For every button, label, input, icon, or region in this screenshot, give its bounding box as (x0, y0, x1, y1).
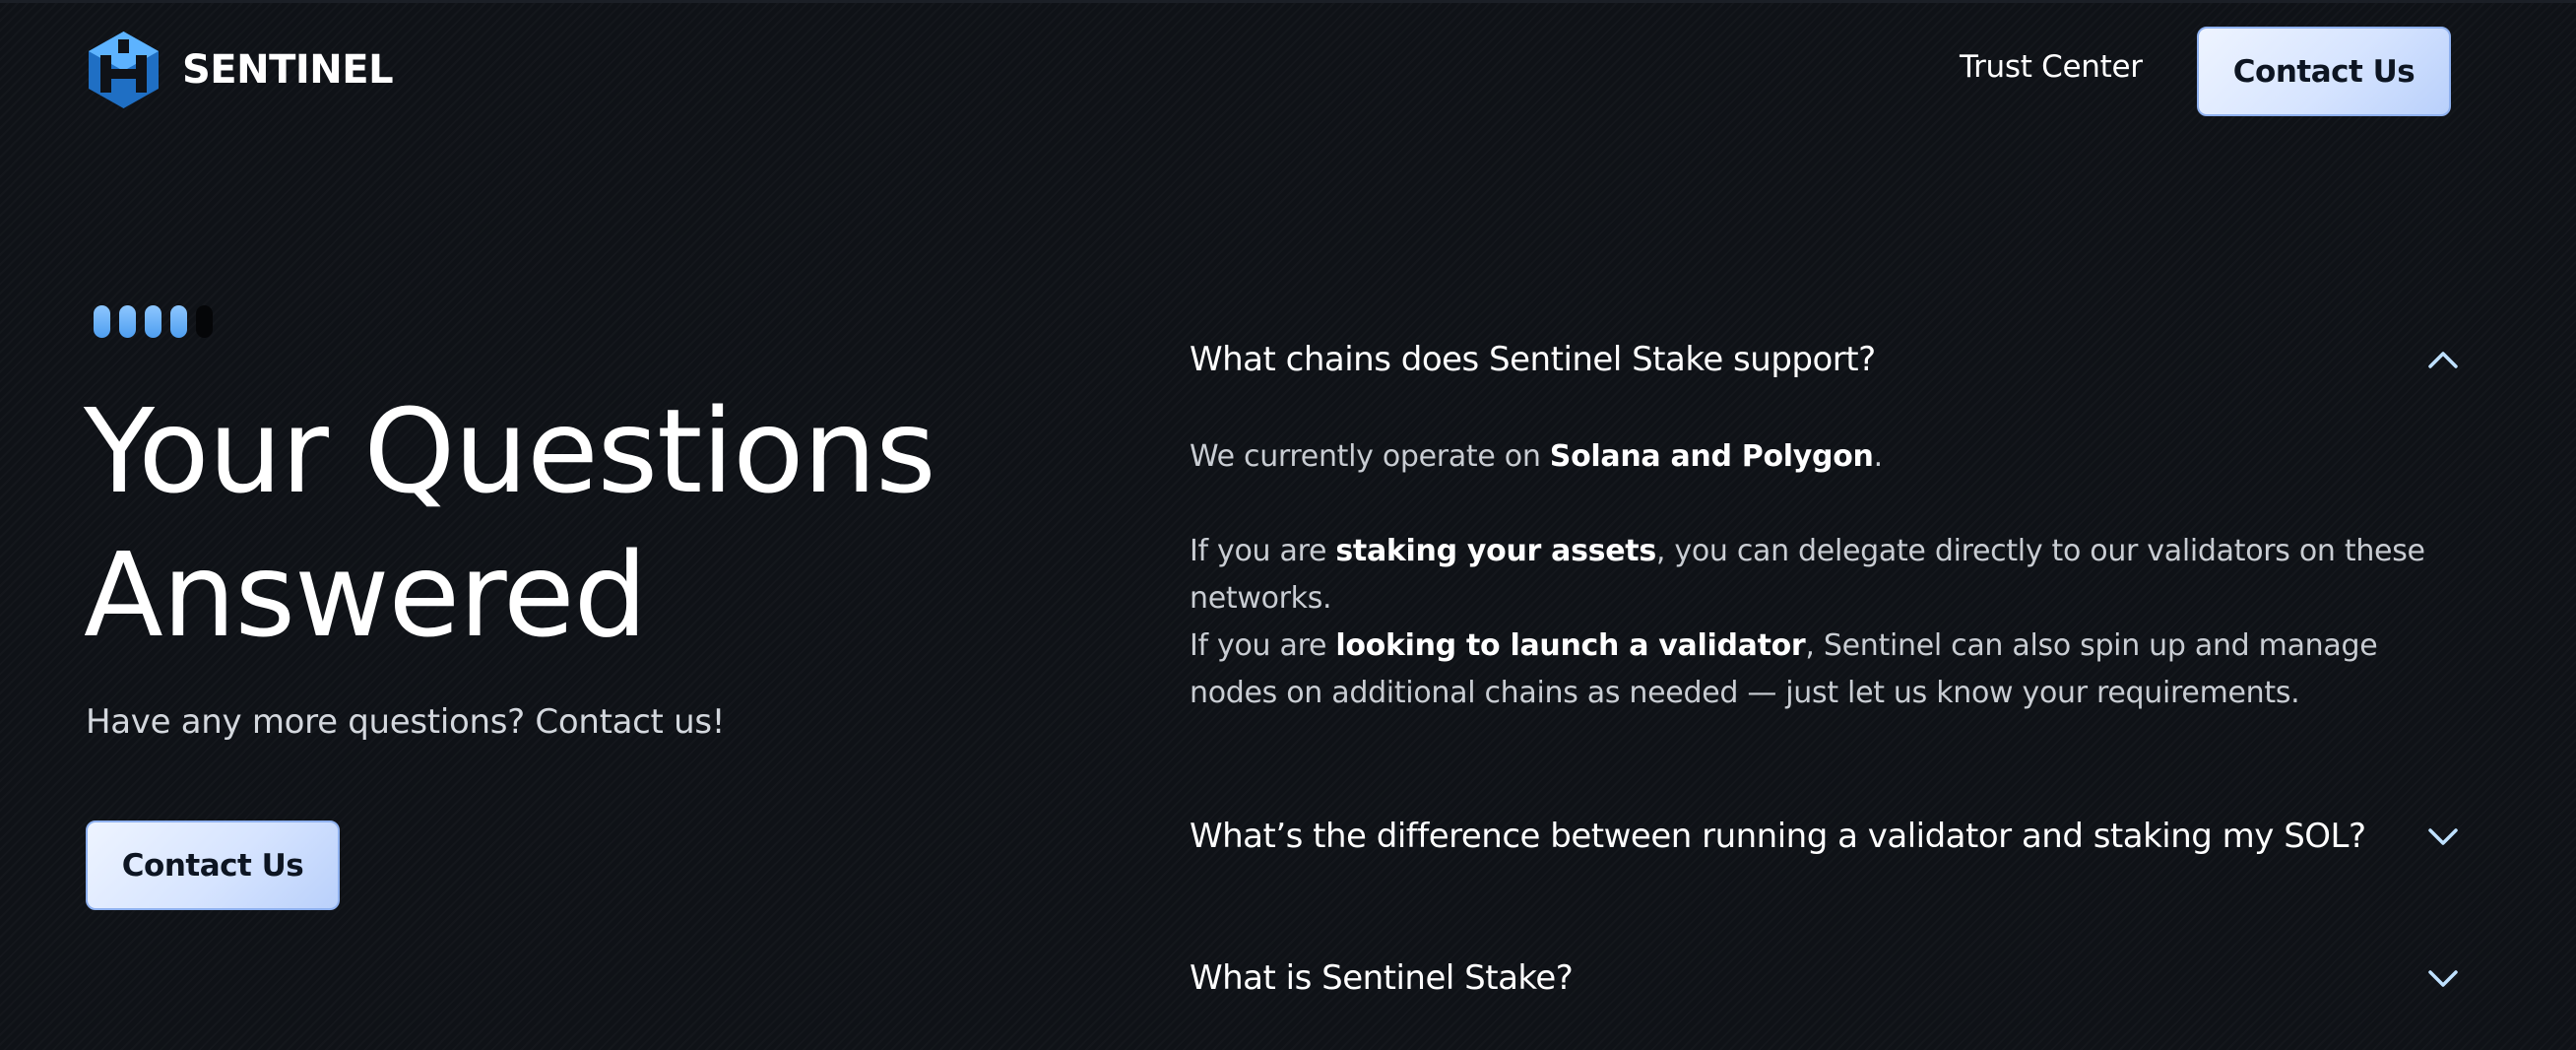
answer-text: We currently operate on (1190, 439, 1550, 474)
answer-paragraph: We currently operate on Solana and Polyg… (1190, 433, 2460, 481)
nav-trust-center[interactable]: Trust Center (1960, 49, 2143, 85)
answer-bold: Solana and Polygon (1549, 439, 1874, 474)
section-indicator (94, 305, 213, 338)
indicator-dot (196, 305, 213, 338)
faq-question-2[interactable]: What’s the difference between running a … (1190, 817, 2460, 856)
answer-text: If you are (1190, 534, 1336, 568)
page-subtitle: Have any more questions? Contact us! (86, 702, 726, 742)
faq-question-text: What’s the difference between running a … (1190, 817, 2366, 856)
faq-question-text: What chains does Sentinel Stake support? (1190, 340, 1876, 379)
title-line-1: Your Questions (84, 383, 936, 519)
hero-contact-button[interactable]: Contact Us (86, 820, 340, 910)
indicator-dot (94, 305, 110, 338)
answer-text: . (1873, 439, 1884, 474)
answer-bold: looking to launch a validator (1335, 628, 1806, 663)
title-line-2: Answered (84, 527, 648, 663)
answer-bold: staking your assets (1335, 534, 1656, 568)
header-contact-button[interactable]: Contact Us (2197, 27, 2451, 116)
chevron-down-icon[interactable] (2426, 967, 2460, 989)
answer-paragraph: If you are looking to launch a validator… (1190, 623, 2460, 717)
indicator-dot (170, 305, 187, 338)
answer-text: If you are (1190, 628, 1336, 663)
faq-question-text: What is Sentinel Stake? (1190, 958, 1574, 998)
faq-answer-1: We currently operate on Solana and Polyg… (1190, 433, 2460, 717)
answer-paragraph: If you are staking your assets, you can … (1190, 528, 2460, 623)
sentinel-logo-icon (87, 30, 161, 110)
brand-name: SENTINEL (182, 47, 394, 93)
top-border (0, 0, 2576, 3)
indicator-dot (119, 305, 136, 338)
chevron-down-icon[interactable] (2426, 825, 2460, 847)
brand-logo[interactable]: SENTINEL (87, 30, 394, 110)
indicator-dot (145, 305, 161, 338)
page-title: Your Questions Answered (84, 379, 936, 667)
faq-question-3[interactable]: What is Sentinel Stake? (1190, 958, 2460, 998)
faq-question-1[interactable]: What chains does Sentinel Stake support? (1190, 340, 2460, 379)
chevron-up-icon[interactable] (2426, 349, 2460, 370)
